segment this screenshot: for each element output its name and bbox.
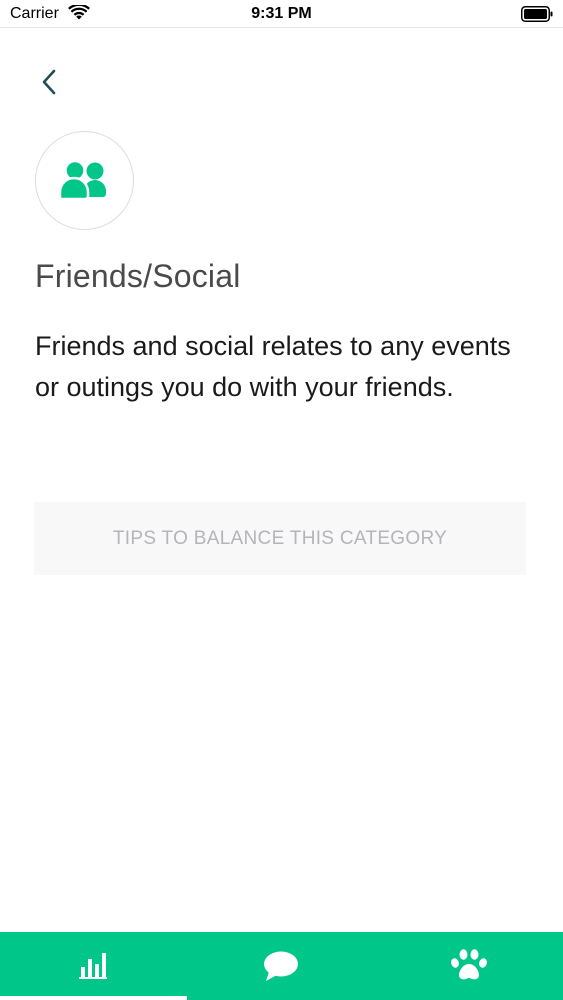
chat-bubble-icon [264, 951, 298, 981]
tips-button[interactable]: TIPS TO BALANCE THIS CATEGORY [34, 502, 526, 575]
tab-chat[interactable] [188, 932, 375, 1000]
tab-bar [0, 932, 563, 1000]
clock-time: 9:31 PM [251, 5, 312, 22]
people-icon [58, 159, 106, 201]
tab-stats[interactable] [0, 932, 187, 1000]
category-icon-circle [35, 131, 134, 230]
category-title: Friends/Social [35, 258, 241, 294]
tab-selected-indicator [0, 996, 187, 1000]
battery-full-icon [521, 6, 553, 22]
category-description: Friends and social relates to any events… [35, 331, 511, 402]
status-bar: Carrier 9:31 PM [0, 0, 563, 28]
bar-chart-icon [79, 953, 107, 979]
chevron-left-icon [42, 69, 56, 95]
screen: Carrier 9:31 PM Friends/Social Friends a… [0, 0, 563, 1000]
back-button[interactable] [36, 66, 64, 98]
paw-icon [451, 949, 487, 980]
tab-pet[interactable] [376, 932, 563, 1000]
